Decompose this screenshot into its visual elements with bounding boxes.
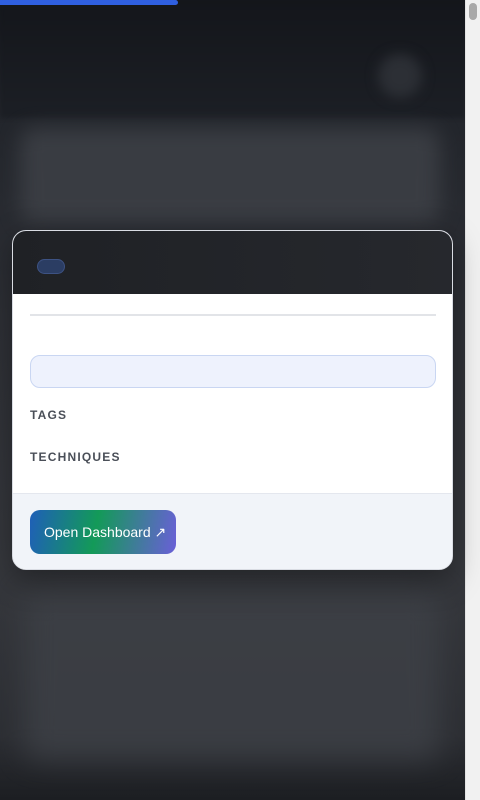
- modal-dialog: TAGS TECHNIQUES Open Dashboard ↗: [12, 230, 453, 570]
- scrollbar-thumb[interactable]: [469, 3, 477, 20]
- open-dashboard-button[interactable]: Open Dashboard ↗: [30, 510, 176, 554]
- divider: [30, 314, 436, 316]
- top-progress-bar: [0, 0, 178, 5]
- techniques-section-label: TECHNIQUES: [30, 450, 121, 464]
- tags-section-label: TAGS: [30, 408, 68, 422]
- scrollbar[interactable]: [465, 0, 480, 800]
- blurred-card: [20, 128, 440, 224]
- header-badge: [37, 259, 65, 274]
- search-input[interactable]: [30, 355, 436, 388]
- blurred-avatar: [378, 54, 422, 98]
- blurred-card: [24, 590, 440, 760]
- modal-footer: Open Dashboard ↗: [13, 493, 452, 569]
- modal-body: TAGS TECHNIQUES: [13, 294, 452, 493]
- modal-header: [13, 231, 452, 294]
